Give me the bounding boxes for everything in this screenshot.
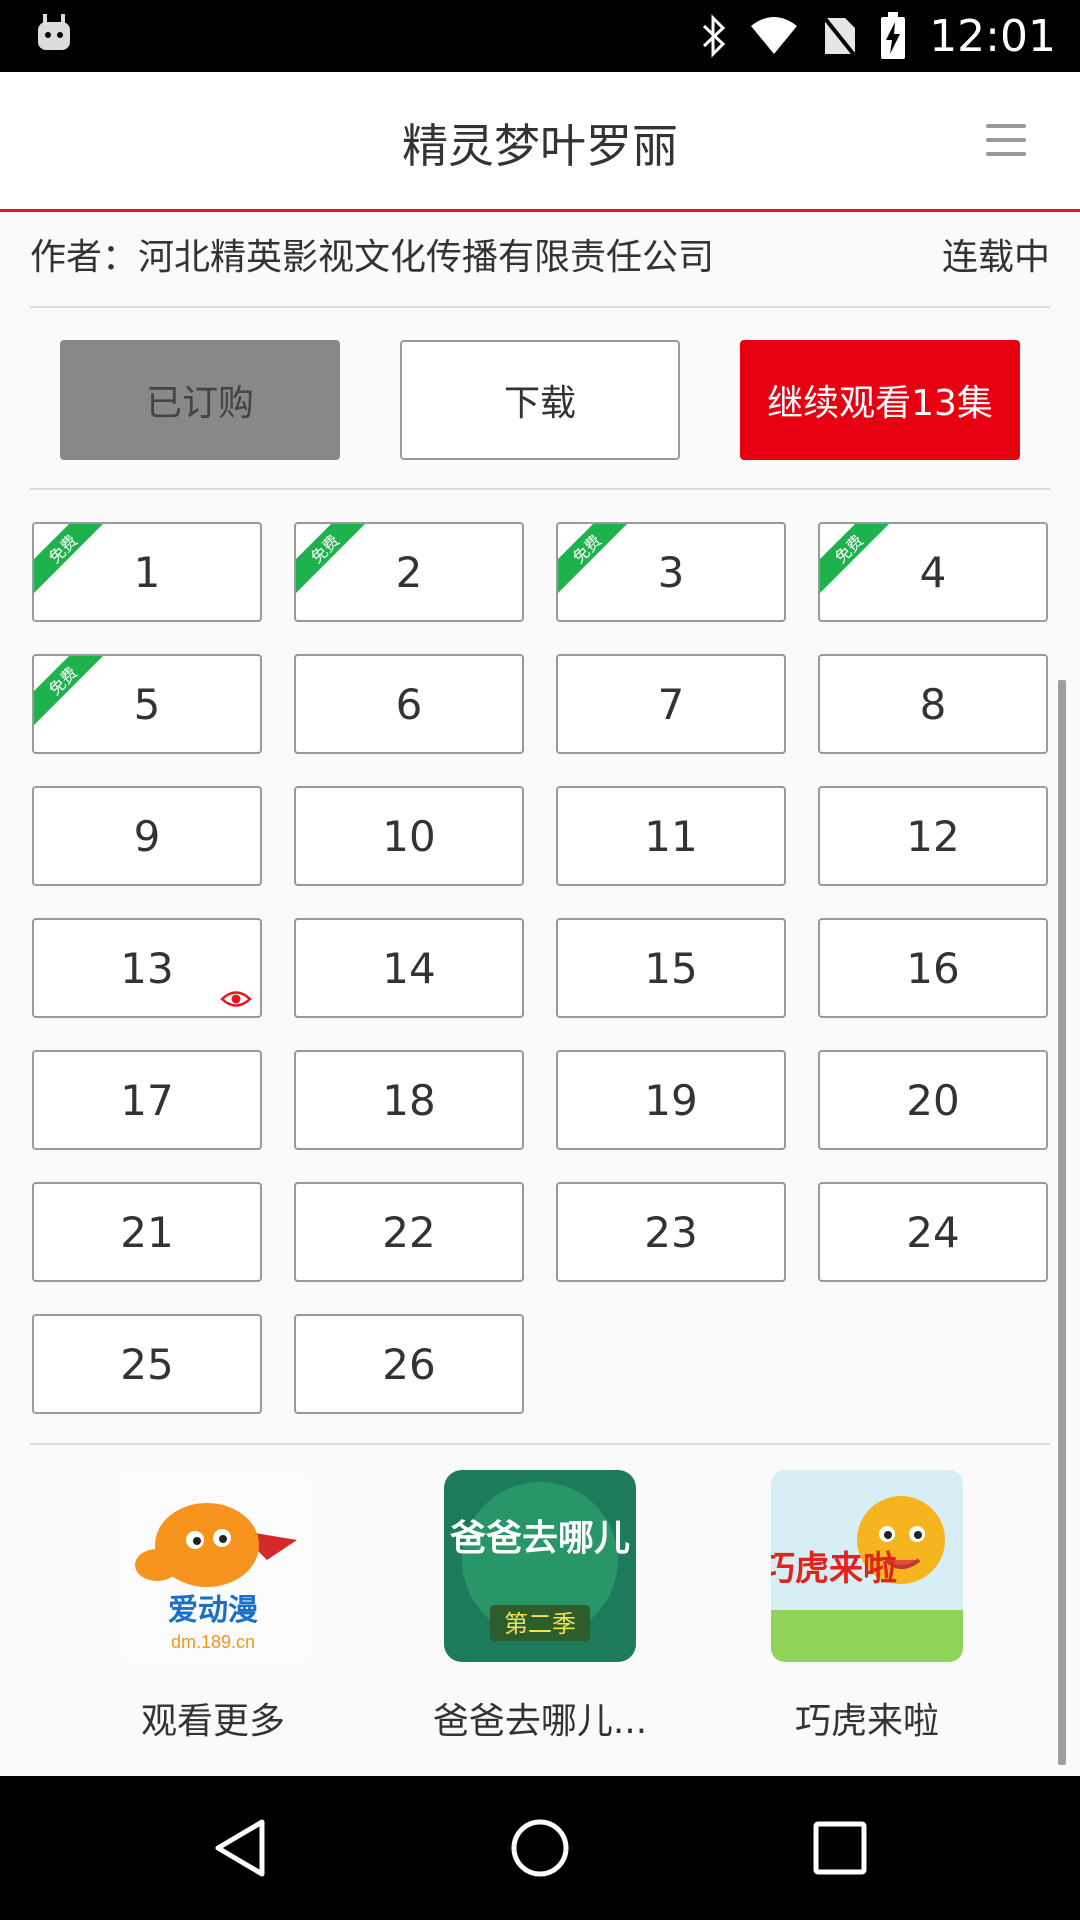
android-icon (38, 14, 70, 50)
free-badge: 免费 (558, 524, 637, 599)
episode-button[interactable]: 25 (32, 1314, 262, 1414)
episode-button[interactable]: 23 (556, 1182, 786, 1282)
episode-button[interactable]: 7 (556, 654, 786, 754)
aidongman-logo-text: 爱动漫 (168, 1594, 258, 1627)
rec-item-baba[interactable]: 爸爸去哪儿 第二季 爸爸去哪儿... (390, 1470, 690, 1744)
episode-button[interactable]: 13 (32, 918, 262, 1018)
episode-button[interactable]: 免费 4 (818, 522, 1048, 622)
hamburger-menu-icon[interactable] (986, 124, 1026, 158)
episode-number: 2 (395, 547, 423, 597)
app-header: 精灵梦叶罗丽 (0, 72, 1080, 212)
recents-icon[interactable] (804, 1812, 876, 1884)
watching-eye-icon (220, 991, 252, 1007)
rec-item-qiaohu[interactable]: 巧虎来啦 巧虎来啦 (717, 1470, 1017, 1744)
episode-button[interactable]: 16 (818, 918, 1048, 1018)
episode-number: 24 (906, 1207, 960, 1257)
episode-button[interactable]: 26 (294, 1314, 524, 1414)
baba-logo-text: 爸爸去哪儿 (449, 1518, 630, 1559)
wifi-icon (751, 17, 798, 54)
episode-number: 22 (382, 1207, 436, 1257)
page-title: 精灵梦叶罗丽 (402, 119, 678, 173)
navigation-bar (0, 1776, 1080, 1920)
episode-button[interactable]: 6 (294, 654, 524, 754)
clock: 12:01 (929, 10, 1056, 62)
episode-number: 10 (382, 811, 436, 861)
episode-button[interactable]: 24 (818, 1182, 1048, 1282)
episode-button[interactable]: 免费 2 (294, 522, 524, 622)
battery-charging-icon (881, 12, 906, 59)
episode-number: 4 (919, 547, 947, 597)
episode-number: 1 (133, 547, 161, 597)
no-sim-icon (821, 14, 857, 58)
back-icon[interactable] (204, 1812, 276, 1884)
episode-button[interactable]: 18 (294, 1050, 524, 1150)
free-badge: 免费 (296, 524, 375, 599)
episode-button[interactable]: 12 (818, 786, 1048, 886)
episode-button[interactable]: 14 (294, 918, 524, 1018)
author-label: 作者：河北精英影视文化传播有限责任公司 (30, 237, 715, 278)
free-badge: 免费 (34, 524, 113, 599)
episode-number: 19 (644, 1075, 698, 1125)
episode-number: 3 (657, 547, 685, 597)
episode-number: 14 (382, 943, 436, 993)
episode-number: 23 (644, 1207, 698, 1257)
episode-number: 18 (382, 1075, 436, 1125)
episode-button[interactable]: 免费 5 (32, 654, 262, 754)
baba-logo-sub: 第二季 (504, 1610, 576, 1638)
episode-button[interactable]: 17 (32, 1050, 262, 1150)
rec-item-more[interactable]: 爱动漫 dm.189.cn 观看更多 (63, 1470, 363, 1744)
episode-number: 11 (644, 811, 698, 861)
episode-number: 20 (906, 1075, 960, 1125)
episode-button[interactable]: 20 (818, 1050, 1048, 1150)
episode-button[interactable]: 10 (294, 786, 524, 886)
free-badge: 免费 (34, 656, 113, 731)
episode-number: 26 (382, 1339, 436, 1389)
divider (30, 1443, 1050, 1445)
aidongman-logo-thumbnail[interactable]: 爱动漫 dm.189.cn (117, 1470, 309, 1662)
episode-button[interactable]: 免费 3 (556, 522, 786, 622)
download-button[interactable]: 下载 (400, 340, 680, 460)
qiaohu-logo-thumbnail[interactable]: 巧虎来啦 (771, 1470, 963, 1662)
qiaohu-logo-icon: 巧虎来啦 (771, 1470, 963, 1662)
episode-number: 15 (644, 943, 698, 993)
episode-button[interactable]: 免费 1 (32, 522, 262, 622)
aidongman-logo-sub: dm.189.cn (171, 1632, 255, 1652)
status-bar: 12:01 (0, 0, 1080, 72)
episode-number: 6 (395, 679, 423, 729)
free-badge: 免费 (820, 524, 899, 599)
episode-button[interactable]: 15 (556, 918, 786, 1018)
info-row: 作者：河北精英影视文化传播有限责任公司 连载中 (30, 220, 1050, 308)
home-icon[interactable] (504, 1812, 576, 1884)
continue-watching-button[interactable]: 继续观看13集 (740, 340, 1020, 460)
episode-number: 8 (919, 679, 947, 729)
episode-number: 13 (120, 943, 174, 993)
rec-label: 观看更多 (140, 1701, 285, 1742)
episode-button[interactable]: 21 (32, 1182, 262, 1282)
recommendations: 爱动漫 dm.189.cn 观看更多 爸爸去哪儿 第二季 爸爸去哪儿... 巧虎… (0, 1470, 1080, 1750)
episode-button[interactable]: 11 (556, 786, 786, 886)
baba-logo-icon: 爸爸去哪儿 第二季 (444, 1470, 636, 1662)
qiaohu-logo-text: 巧虎来啦 (771, 1549, 897, 1589)
episode-number: 9 (133, 811, 161, 861)
episode-number: 25 (120, 1339, 174, 1389)
aidongman-logo-icon: 爱动漫 dm.189.cn (117, 1470, 309, 1662)
episode-number: 17 (120, 1075, 174, 1125)
series-status: 连载中 (941, 237, 1050, 278)
episode-number: 5 (133, 679, 161, 729)
action-row: 已订购 下载 继续观看13集 (30, 308, 1050, 490)
episode-number: 21 (120, 1207, 174, 1257)
subscribed-button[interactable]: 已订购 (60, 340, 340, 460)
episode-button[interactable]: 22 (294, 1182, 524, 1282)
baba-logo-thumbnail[interactable]: 爸爸去哪儿 第二季 (444, 1470, 636, 1662)
episode-number: 12 (906, 811, 960, 861)
episode-number: 7 (657, 679, 685, 729)
rec-label: 爸爸去哪儿... (432, 1701, 648, 1742)
episode-number: 16 (906, 943, 960, 993)
episode-grid: 免费 1 免费 2 免费 3 免费 4 免费 5 6 7 8 9 10 11 12 13 14 15 16 17 18 19 2… (0, 490, 1080, 1445)
episode-button[interactable]: 8 (818, 654, 1048, 754)
rec-label: 巧虎来啦 (794, 1701, 939, 1742)
episode-button[interactable]: 19 (556, 1050, 786, 1150)
episode-button[interactable]: 9 (32, 786, 262, 886)
bluetooth-icon (703, 14, 726, 58)
